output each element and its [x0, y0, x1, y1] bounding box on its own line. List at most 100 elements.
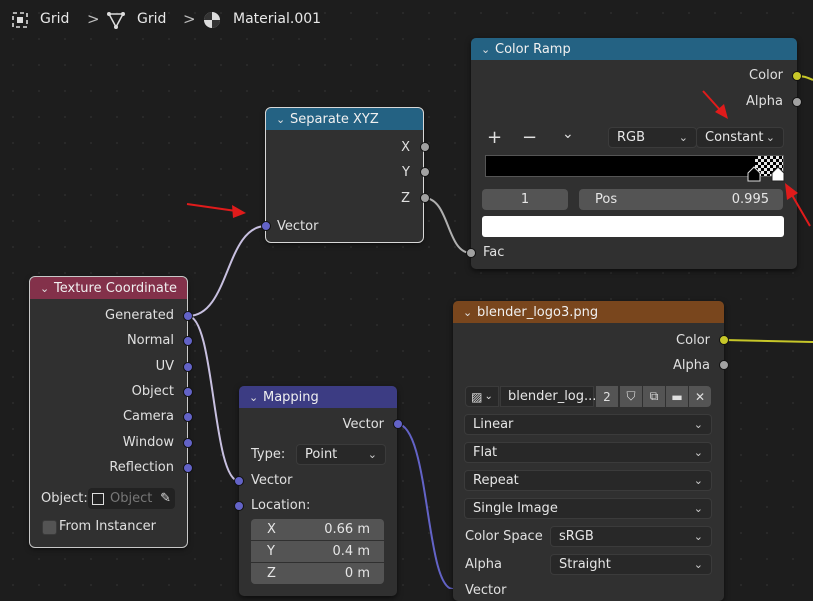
mapping-header[interactable]: ⌄ Mapping [239, 386, 397, 408]
output-camera-label: Camera [122, 409, 174, 424]
type-label: Type: [251, 447, 286, 462]
duplicate-icon: ⧉ [649, 389, 659, 403]
color-space-value: sRGB [559, 529, 594, 544]
node-title: Separate XYZ [290, 111, 379, 127]
socket-input-vector[interactable] [261, 221, 271, 231]
alpha-mode-dropdown[interactable]: Straight ⌄ [550, 554, 712, 575]
collapse-chevron-icon[interactable]: ⌄ [40, 282, 54, 295]
link-mapping-to-image [396, 423, 454, 589]
extension-dropdown[interactable]: Repeat ⌄ [464, 470, 712, 491]
socket-output-normal[interactable] [183, 336, 193, 346]
image-icon: ▨ [471, 389, 483, 404]
node-title: Texture Coordinate [54, 280, 177, 296]
ramp-menu-button[interactable]: ⌄ [562, 126, 574, 142]
interpolation-dropdown[interactable]: Constant ⌄ [696, 127, 784, 148]
source-value: Single Image [473, 501, 558, 516]
fake-user-button[interactable]: ⛉ [620, 386, 642, 407]
socket-output-camera[interactable] [183, 412, 193, 422]
chevron-down-icon: ⌄ [693, 502, 703, 515]
object-placeholder: Object [110, 491, 153, 506]
color-mode-dropdown[interactable]: RGB ⌄ [608, 127, 697, 148]
socket-output-generated[interactable] [183, 311, 193, 321]
duplicate-image-button[interactable]: ⧉ [643, 386, 665, 407]
link-image-color-out [723, 339, 813, 343]
active-stop-index[interactable]: 1 [482, 189, 568, 210]
ramp-stop-1-icon[interactable] [770, 166, 786, 182]
socket-output-alpha[interactable] [719, 360, 729, 370]
color-space-dropdown[interactable]: sRGB ⌄ [550, 526, 712, 547]
add-stop-button[interactable]: + [487, 127, 502, 148]
source-dropdown[interactable]: Single Image ⌄ [464, 498, 712, 519]
users-count-button[interactable]: 2 [596, 386, 618, 407]
chevron-down-icon: ⌄ [693, 418, 703, 431]
shield-icon: ⛉ [626, 389, 636, 403]
separate-xyz-node[interactable]: ⌄ Separate XYZ X Y Z Vector [265, 107, 424, 243]
location-z-field[interactable]: Z 0 m [251, 563, 384, 584]
image-name-field[interactable]: blender_log... [500, 386, 596, 407]
object-picker-field[interactable]: Object ✎ [88, 488, 175, 509]
socket-output-alpha[interactable] [792, 97, 802, 107]
texture-coordinate-node[interactable]: ⌄ Texture Coordinate Generated Normal UV… [29, 276, 188, 548]
color-space-label: Color Space [465, 529, 543, 544]
texture-coordinate-header[interactable]: ⌄ Texture Coordinate [30, 277, 187, 299]
output-alpha-label: Alpha [673, 358, 710, 373]
mapping-type-dropdown[interactable]: Point ⌄ [296, 444, 386, 465]
socket-output-uv[interactable] [183, 362, 193, 372]
input-fac-label: Fac [483, 245, 505, 260]
pos-label: Pos [595, 192, 618, 207]
location-y-value: 0.4 m [332, 544, 370, 559]
location-y-field[interactable]: Y 0.4 m [251, 541, 384, 562]
socket-output-vector[interactable] [393, 419, 403, 429]
ramp-stop-0-icon[interactable] [746, 166, 762, 182]
socket-output-z[interactable] [420, 193, 430, 203]
users-count: 2 [603, 389, 611, 404]
stop-position-field[interactable]: Pos 0.995 [579, 189, 783, 210]
color-ramp-node[interactable]: ⌄ Color Ramp Color Alpha + − ⌄ RGB ⌄ Con… [471, 38, 797, 269]
image-texture-node[interactable]: ⌄ blender_logo3.png Color Alpha ▨ ⌄ blend… [453, 301, 724, 601]
active-stop-color-swatch[interactable] [482, 216, 784, 237]
socket-output-window[interactable] [183, 438, 193, 448]
output-vector-label: Vector [342, 417, 384, 432]
output-normal-label: Normal [126, 333, 174, 348]
socket-output-reflection[interactable] [183, 463, 193, 473]
socket-input-vector[interactable] [234, 476, 244, 486]
node-title: Color Ramp [495, 41, 571, 57]
location-label: Location: [251, 498, 311, 513]
projection-dropdown[interactable]: Flat ⌄ [464, 442, 712, 463]
separate-xyz-header[interactable]: ⌄ Separate XYZ [266, 108, 423, 130]
socket-output-color[interactable] [792, 71, 802, 81]
output-uv-label: UV [155, 359, 174, 374]
socket-output-color[interactable] [719, 335, 729, 345]
remove-stop-button[interactable]: − [522, 127, 537, 148]
socket-input-location[interactable] [234, 501, 244, 511]
open-image-button[interactable]: ▬ [666, 386, 688, 407]
color-ramp-gradient[interactable] [485, 155, 784, 177]
collapse-chevron-icon[interactable]: ⌄ [249, 391, 263, 404]
alpha-mode-value: Straight [559, 557, 611, 572]
chevron-down-icon: ⌄ [367, 448, 377, 461]
image-texture-header[interactable]: ⌄ blender_logo3.png [453, 301, 724, 323]
eyedropper-icon[interactable]: ✎ [160, 491, 171, 506]
socket-output-y[interactable] [420, 167, 430, 177]
color-ramp-header[interactable]: ⌄ Color Ramp [471, 38, 797, 60]
folder-icon: ▬ [671, 389, 683, 404]
location-x-field[interactable]: X 0.66 m [251, 519, 384, 540]
chevron-down-icon: ⌄ [693, 530, 703, 543]
chevron-down-icon: ⌄ [484, 391, 493, 402]
interpolation-value: Constant [705, 130, 764, 145]
from-instancer-checkbox[interactable] [42, 520, 57, 535]
socket-output-x[interactable] [420, 142, 430, 152]
output-color-label: Color [749, 68, 783, 83]
unlink-image-button[interactable]: ✕ [689, 386, 711, 407]
close-icon: ✕ [694, 389, 706, 404]
collapse-chevron-icon[interactable]: ⌄ [481, 43, 495, 56]
chevron-down-icon: ⌄ [678, 131, 688, 144]
interpolation-dropdown[interactable]: Linear ⌄ [464, 414, 712, 435]
collapse-chevron-icon[interactable]: ⌄ [463, 306, 477, 319]
socket-input-fac[interactable] [466, 248, 476, 258]
mapping-node[interactable]: ⌄ Mapping Vector Type: Point ⌄ Vector Lo… [239, 386, 397, 596]
collapse-chevron-icon[interactable]: ⌄ [276, 113, 290, 126]
socket-output-object[interactable] [183, 387, 193, 397]
output-generated-label: Generated [105, 308, 174, 323]
image-browse-button[interactable]: ▨ ⌄ [465, 386, 499, 407]
